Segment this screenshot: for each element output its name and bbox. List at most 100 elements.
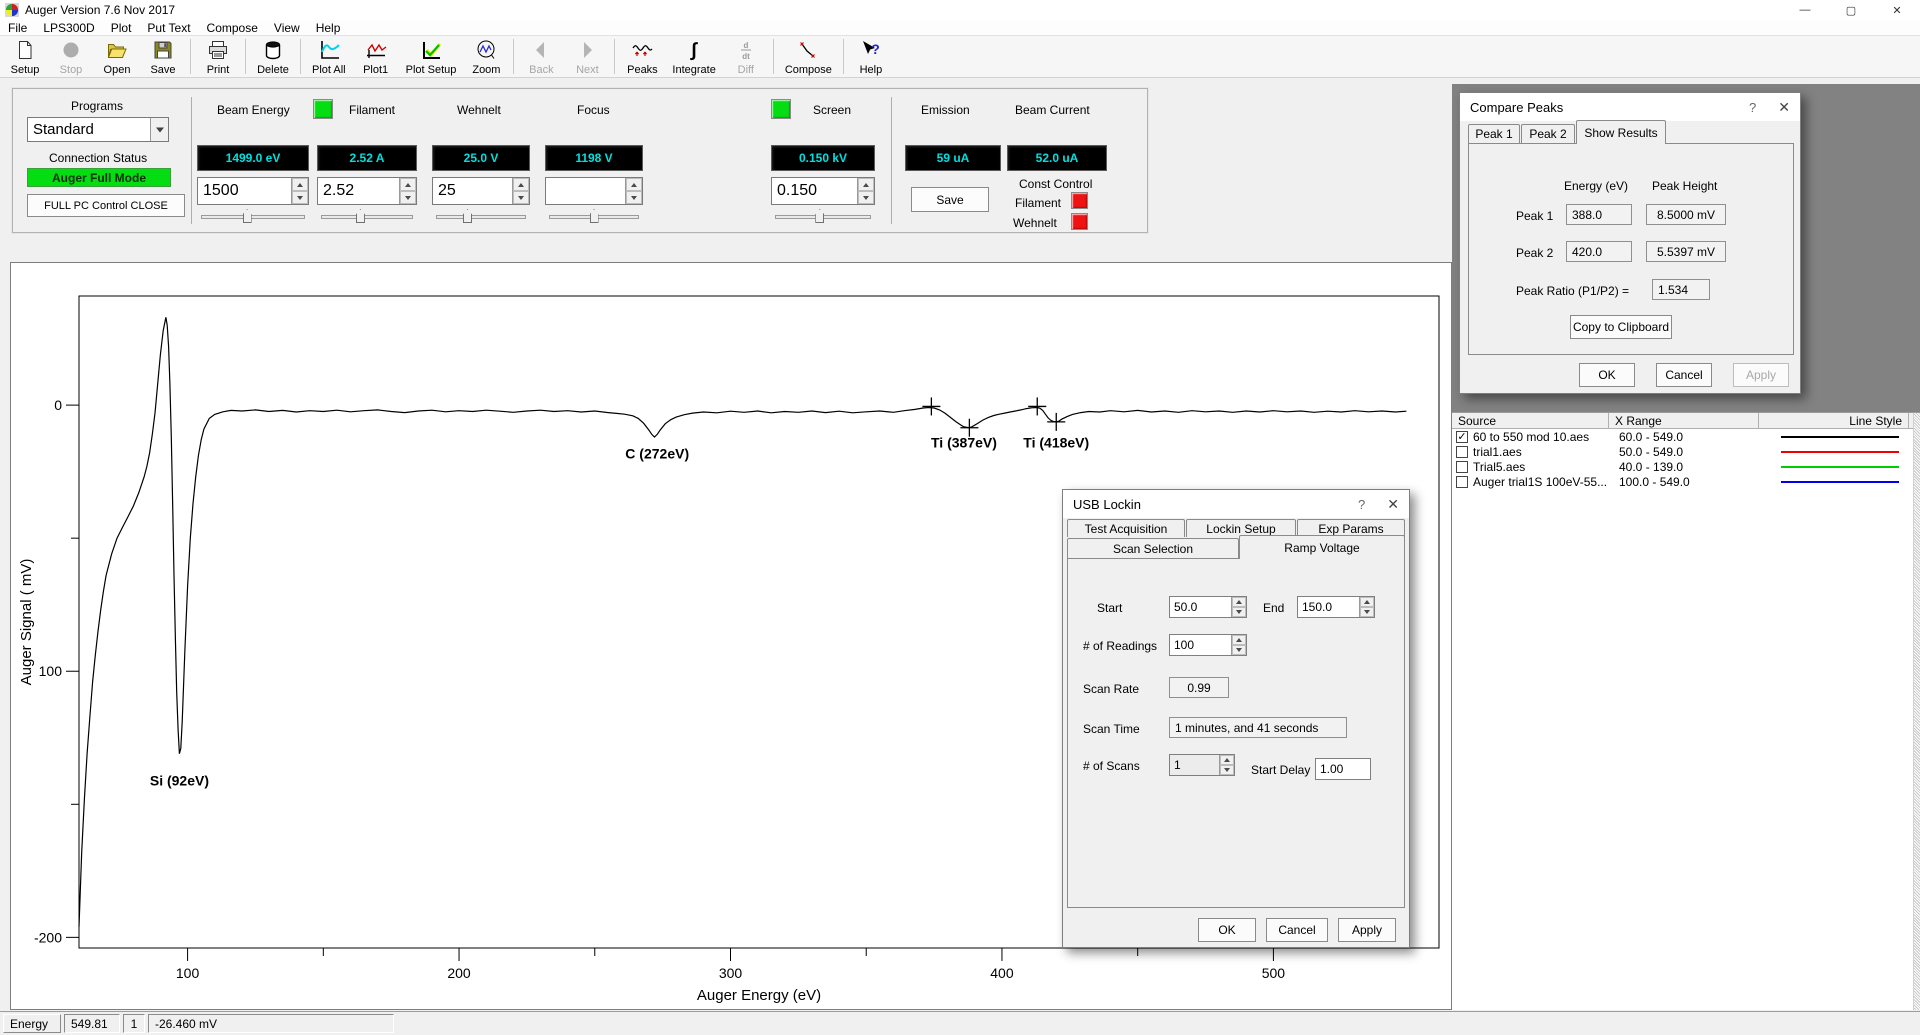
end-input[interactable] (1298, 597, 1359, 617)
spin-down-icon[interactable] (400, 191, 416, 204)
spin-down-icon[interactable] (513, 191, 529, 204)
spin-up-icon[interactable] (292, 178, 308, 191)
compare-peaks-title-bar[interactable]: Compare Peaks ? ✕ (1460, 93, 1800, 121)
ok-button[interactable]: OK (1198, 918, 1256, 942)
beam-current-label: Beam Current (1015, 103, 1090, 117)
const-filament-indicator[interactable] (1071, 192, 1088, 209)
wehnelt-slider[interactable] (436, 209, 526, 223)
spin-up-icon[interactable] (1232, 597, 1246, 607)
start-input[interactable] (1170, 597, 1231, 617)
spin-up-icon[interactable] (858, 178, 874, 191)
toolbar-button-plot1[interactable]: Plot1 (353, 36, 399, 77)
source-x-range: 60.0 - 549.0 (1609, 430, 1759, 444)
close-icon[interactable]: ✕ (1387, 496, 1399, 513)
title-bar[interactable]: Auger Version 7.6 Nov 2017 — ▢ ✕ (0, 0, 1920, 20)
source-row[interactable]: Trial5.aes40.0 - 139.0 (1452, 459, 1920, 474)
tab-peak-1[interactable]: Peak 1 (1468, 124, 1520, 143)
tab-scan-selection[interactable]: Scan Selection (1067, 538, 1239, 558)
apply-button[interactable]: Apply (1338, 918, 1396, 942)
beam-energy-input[interactable] (198, 178, 291, 204)
spin-down-icon[interactable] (626, 191, 642, 204)
menu-bar: FileLPS300DPlotPut TextComposeViewHelp (0, 20, 1920, 35)
filament-input[interactable] (318, 178, 399, 204)
menu-put-text[interactable]: Put Text (139, 20, 198, 35)
menu-plot[interactable]: Plot (103, 20, 140, 35)
spin-down-icon[interactable] (1232, 645, 1246, 655)
spin-down-icon[interactable] (1220, 765, 1234, 775)
close-icon[interactable]: ✕ (1778, 99, 1790, 116)
source-checkbox[interactable] (1456, 461, 1468, 473)
wehnelt-input[interactable] (433, 178, 512, 204)
start-delay-input[interactable] (1316, 759, 1370, 779)
source-row[interactable]: trial1.aes50.0 - 549.0 (1452, 444, 1920, 459)
programs-dropdown[interactable]: Standard (27, 117, 169, 142)
screen-input[interactable] (772, 178, 857, 204)
help-icon[interactable]: ? (1358, 497, 1365, 512)
focus-input[interactable] (546, 178, 625, 204)
filament-slider[interactable] (321, 209, 413, 223)
toolbar-button-compose[interactable]: Compose (778, 36, 839, 77)
spin-up-icon[interactable] (1232, 635, 1246, 645)
menu-view[interactable]: View (266, 20, 308, 35)
source-checkbox[interactable] (1456, 476, 1468, 488)
cancel-button[interactable]: Cancel (1266, 918, 1328, 942)
beam-energy-slider[interactable] (201, 209, 305, 223)
full-pc-control-button[interactable]: FULL PC Control CLOSE (27, 194, 185, 217)
toolbar-button-integrate[interactable]: ∫Integrate (665, 36, 722, 77)
tab-show-results[interactable]: Show Results (1576, 120, 1666, 144)
menu-lps300d[interactable]: LPS300D (35, 20, 102, 35)
toolbar-button-next: Next (564, 36, 610, 77)
close-button[interactable]: ✕ (1874, 0, 1920, 20)
peak-annotation: Ti (418eV) (1023, 435, 1089, 451)
menu-compose[interactable]: Compose (199, 20, 266, 35)
toolbar-separator (843, 39, 844, 74)
minimize-button[interactable]: — (1782, 0, 1828, 20)
toolbar-button-setup[interactable]: Setup (2, 36, 48, 77)
toolbar-button-help[interactable]: ?Help (848, 36, 894, 77)
source-row[interactable]: ✓60 to 550 mod 10.aes60.0 - 549.0 (1452, 429, 1920, 444)
toolbar-button-plot-setup[interactable]: Plot Setup (399, 36, 464, 77)
screen-slider[interactable] (775, 209, 871, 223)
scrollbar[interactable] (1913, 413, 1920, 1010)
toolbar-button-peaks[interactable]: Peaks (619, 36, 665, 77)
spin-up-icon[interactable] (626, 178, 642, 191)
toolbar-button-save[interactable]: Save (140, 36, 186, 77)
usb-lockin-title-bar[interactable]: USB Lockin ? ✕ (1063, 490, 1409, 518)
const-wehnelt-indicator[interactable] (1071, 213, 1088, 230)
spin-down-icon[interactable] (1232, 607, 1246, 617)
spin-down-icon[interactable] (858, 191, 874, 204)
spin-up-icon[interactable] (513, 178, 529, 191)
spin-down-icon[interactable] (1360, 607, 1374, 617)
toolbar-button-delete[interactable]: Delete (250, 36, 296, 77)
column-header-x-range[interactable]: X Range (1609, 413, 1759, 428)
save-button[interactable]: Save (911, 187, 989, 212)
tab-peak-2[interactable]: Peak 2 (1521, 124, 1575, 143)
maximize-button[interactable]: ▢ (1828, 0, 1874, 20)
toolbar-button-label: Plot Setup (406, 64, 457, 76)
toolbar-button-print[interactable]: Print (195, 36, 241, 77)
spin-up-icon[interactable] (400, 178, 416, 191)
spin-up-icon[interactable] (1220, 755, 1234, 765)
help-icon[interactable]: ? (1749, 100, 1756, 115)
spin-up-icon[interactable] (1360, 597, 1374, 607)
spin-down-icon[interactable] (292, 191, 308, 204)
ok-button[interactable]: OK (1579, 363, 1635, 387)
scans-input[interactable] (1170, 755, 1219, 775)
source-row[interactable]: Auger trial1S 100eV-55...100.0 - 549.0 (1452, 474, 1920, 489)
focus-slider[interactable] (549, 209, 639, 223)
chevron-down-icon[interactable] (150, 118, 168, 141)
source-checkbox[interactable]: ✓ (1456, 431, 1468, 443)
copy-to-clipboard-button[interactable]: Copy to Clipboard (1570, 315, 1672, 339)
tab-ramp-voltage[interactable]: Ramp Voltage (1239, 535, 1405, 559)
toolbar-button-zoom[interactable]: Zoom (463, 36, 509, 77)
column-header-line-style[interactable]: Line Style (1759, 413, 1909, 428)
toolbar-button-plot-all[interactable]: Plot All (305, 36, 353, 77)
tab-test-acquisition[interactable]: Test Acquisition (1067, 519, 1185, 537)
column-header-source[interactable]: Source (1452, 413, 1609, 428)
toolbar-button-open[interactable]: Open (94, 36, 140, 77)
cancel-button[interactable]: Cancel (1656, 363, 1712, 387)
readings-input[interactable] (1170, 635, 1231, 655)
menu-help[interactable]: Help (308, 20, 349, 35)
source-checkbox[interactable] (1456, 446, 1468, 458)
menu-file[interactable]: File (0, 20, 35, 35)
